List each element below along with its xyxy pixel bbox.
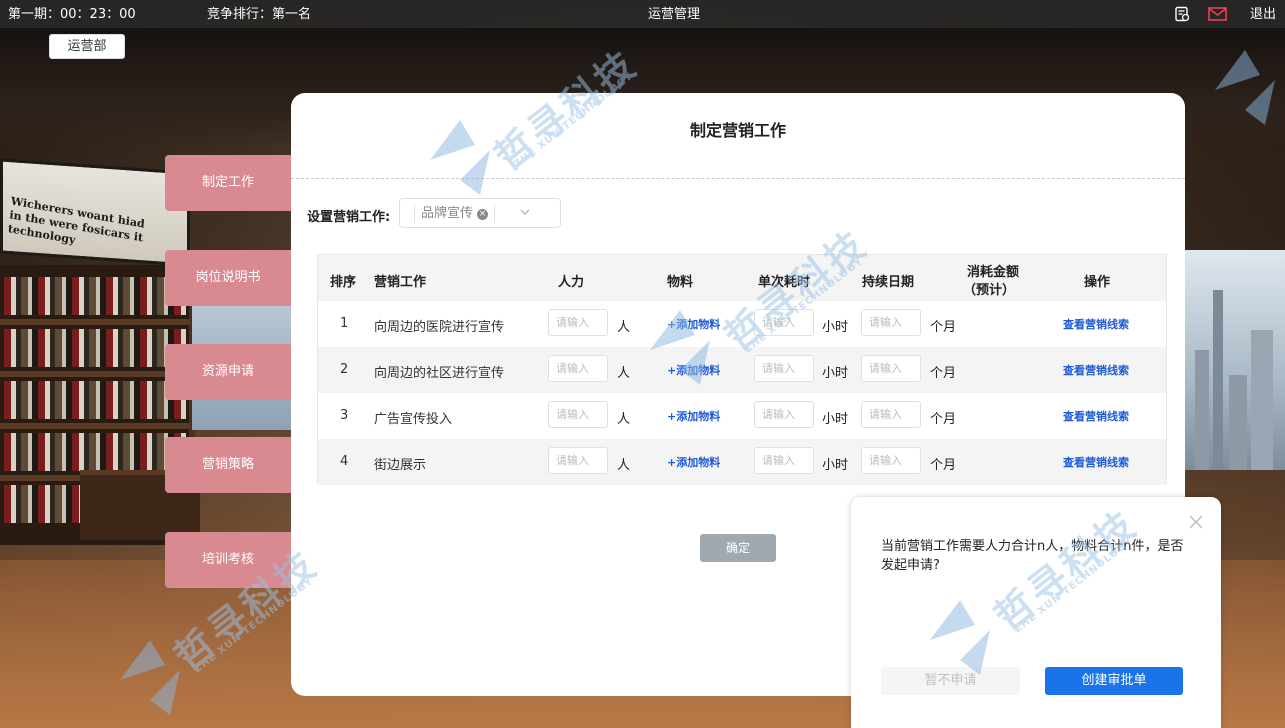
panel-title: 制定营销工作: [689, 121, 786, 140]
shelf-board: [0, 423, 190, 429]
period-timer: 第一期：00：23：00: [8, 7, 136, 22]
selected-tag-label: 品牌宣传: [421, 206, 474, 221]
add-material-button[interactable]: +添加物料: [667, 408, 720, 424]
header-cost: 消耗金额: [967, 265, 1020, 280]
close-icon[interactable]: [1189, 515, 1203, 529]
header-cost-estimate: （预计）: [963, 283, 1016, 298]
books: [4, 381, 186, 419]
header-time-each: 单次耗时: [758, 275, 811, 290]
header-manpower: 人力: [558, 275, 585, 290]
time-each-input[interactable]: 请输入: [754, 309, 814, 336]
logout-button[interactable]: 退出: [1250, 7, 1276, 23]
unit-person: 人: [617, 458, 631, 473]
unit-month: 个月: [930, 320, 957, 335]
unit-hour: 小时: [822, 320, 849, 335]
duration-input[interactable]: 请输入: [861, 401, 921, 428]
chevron-down-icon[interactable]: [518, 205, 532, 219]
mail-icon[interactable]: [1208, 6, 1227, 22]
manpower-input[interactable]: 请输入: [548, 355, 608, 382]
divider: [291, 178, 1185, 179]
unit-month: 个月: [930, 366, 957, 381]
table-row: 3 广告宣传投入 请输入 人 +添加物料 请输入 小时 请输入 个月 查看营销线…: [318, 393, 1166, 439]
confirm-button[interactable]: 确定: [700, 534, 776, 562]
header-action: 操作: [1084, 275, 1111, 290]
top-bar: 第一期：00：23：00 竞争排行：第一名 运营管理 退出: [0, 0, 1285, 28]
manpower-input[interactable]: 请输入: [548, 401, 608, 428]
set-work-label: 设置营销工作:: [307, 210, 391, 225]
row-seq: 2: [340, 362, 349, 377]
books: [4, 277, 186, 315]
row-work: 广告宣传投入: [374, 412, 453, 427]
add-material-button[interactable]: +添加物料: [667, 362, 720, 378]
window-cityscape-right: [1185, 250, 1285, 470]
skyscraper: [1251, 330, 1273, 470]
row-seq: 4: [340, 454, 349, 469]
skyscraper: [1195, 350, 1209, 470]
header-duration: 持续日期: [862, 275, 915, 290]
dialog-message: 当前营销工作需要人力合计n人，物料合计n件，是否发起申请?: [881, 539, 1184, 573]
header-seq: 排序: [330, 275, 357, 290]
row-seq: 3: [340, 408, 349, 423]
row-seq: 1: [340, 316, 349, 331]
add-material-button[interactable]: +添加物料: [667, 454, 720, 470]
tag-remove-icon[interactable]: ×: [477, 209, 489, 220]
competition-rank: 竞争排行：第一名: [207, 7, 312, 22]
skyscraper: [1213, 290, 1223, 470]
row-work: 街边展示: [374, 458, 427, 473]
header-material: 物料: [667, 275, 694, 290]
view-leads-link[interactable]: 查看营销线索: [1063, 408, 1129, 424]
not-now-button[interactable]: 暂不申请: [881, 667, 1020, 695]
header-work: 营销工作: [374, 275, 427, 290]
sidebar-item-training-assessment[interactable]: 培训考核: [165, 532, 291, 588]
sidebar-item-resource-request[interactable]: 资源申请: [165, 344, 291, 400]
apply-confirm-dialog: 当前营销工作需要人力合计n人，物料合计n件，是否发起申请? 暂不申请 创建审批单: [851, 497, 1221, 728]
duration-input[interactable]: 请输入: [861, 309, 921, 336]
skyscraper: [1229, 375, 1247, 470]
selected-tag: 品牌宣传 ×: [414, 205, 496, 223]
poster-text: Wicherers woant hiad in the were fosicar…: [7, 194, 146, 247]
unit-person: 人: [617, 320, 631, 335]
add-material-button[interactable]: +添加物料: [667, 316, 720, 332]
table-row: 4 街边展示 请输入 人 +添加物料 请输入 小时 请输入 个月 查看营销线索: [318, 439, 1166, 485]
view-leads-link[interactable]: 查看营销线索: [1063, 454, 1129, 470]
duration-input[interactable]: 请输入: [861, 447, 921, 474]
create-approval-button[interactable]: 创建审批单: [1045, 667, 1183, 695]
marketing-work-select[interactable]: 品牌宣传 ×: [399, 198, 561, 228]
table-row: 2 向周边的社区进行宣传 请输入 人 +添加物料 请输入 小时 请输入 个月 查…: [318, 347, 1166, 393]
row-work: 向周边的医院进行宣传: [374, 320, 505, 335]
background-poster: Wicherers woant hiad in the were fosicar…: [0, 158, 190, 267]
sidebar-item-make-work[interactable]: 制定工作: [165, 155, 291, 211]
shelf-board: [0, 371, 190, 377]
unit-month: 个月: [930, 458, 957, 473]
unit-person: 人: [617, 366, 631, 381]
marketing-work-table: 排序 营销工作 人力 物料 单次耗时 持续日期 消耗金额 （预计） 操作 1 向…: [317, 254, 1167, 485]
view-leads-link[interactable]: 查看营销线索: [1063, 362, 1129, 378]
row-work: 向周边的社区进行宣传: [374, 366, 505, 381]
unit-hour: 小时: [822, 412, 849, 427]
manpower-input[interactable]: 请输入: [548, 447, 608, 474]
shelf-board: [0, 319, 190, 325]
view-leads-link[interactable]: 查看营销线索: [1063, 316, 1129, 332]
table-row: 1 向周边的医院进行宣传 请输入 人 +添加物料 请输入 小时 请输入 个月 查…: [318, 301, 1166, 347]
unit-person: 人: [617, 412, 631, 427]
unit-hour: 小时: [822, 366, 849, 381]
sidebar-item-marketing-strategy[interactable]: 营销策略: [165, 437, 291, 493]
time-each-input[interactable]: 请输入: [754, 355, 814, 382]
time-each-input[interactable]: 请输入: [754, 401, 814, 428]
manpower-input[interactable]: 请输入: [548, 309, 608, 336]
table-header: 排序 营销工作 人力 物料 单次耗时 持续日期 消耗金额 （预计） 操作: [318, 255, 1166, 301]
time-each-input[interactable]: 请输入: [754, 447, 814, 474]
document-icon[interactable]: [1174, 6, 1190, 22]
books: [4, 329, 186, 367]
duration-input[interactable]: 请输入: [861, 355, 921, 382]
unit-month: 个月: [930, 412, 957, 427]
books: [4, 433, 186, 471]
department-button[interactable]: 运营部: [49, 34, 125, 59]
unit-hour: 小时: [822, 458, 849, 473]
page-title: 运营管理: [648, 7, 701, 22]
sidebar-item-job-description[interactable]: 岗位说明书: [165, 250, 291, 306]
